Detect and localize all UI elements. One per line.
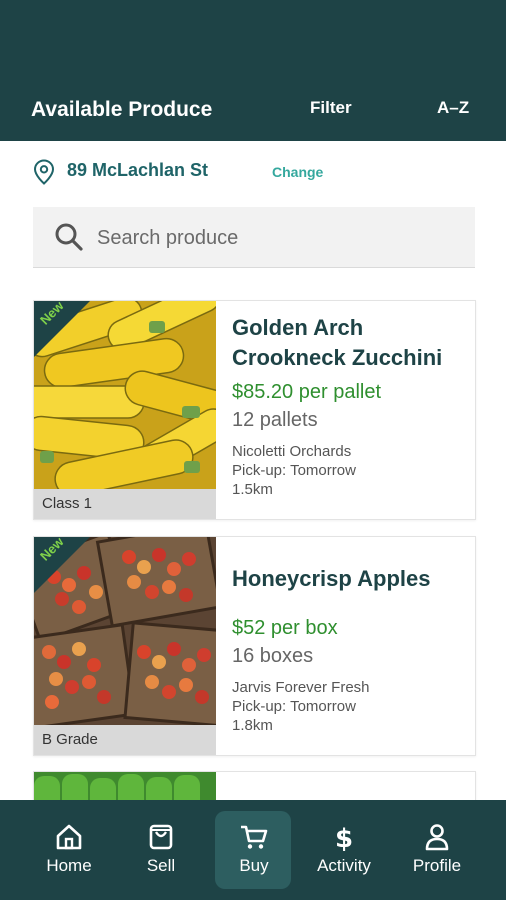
search-icon: [55, 223, 83, 251]
user-icon: [425, 824, 449, 851]
page-title: Available Produce: [31, 98, 213, 121]
dollar-icon: $: [335, 824, 353, 852]
seller-name: Nicoletti Orchards: [232, 443, 352, 460]
listing-info: Golden Arch Crookneck Zucchini $85.20 pe…: [232, 313, 468, 499]
produce-card[interactable]: New Class 1 Golden Arch Crookneck Zucchi…: [33, 300, 476, 520]
search-bar[interactable]: [33, 207, 475, 268]
produce-card[interactable]: New B Grade Honeycrisp Apples $52 per bo…: [33, 536, 476, 756]
nav-buy[interactable]: Buy: [214, 800, 294, 900]
pickup-time: Pick-up: Tomorrow: [232, 462, 356, 479]
grade-label: B Grade: [34, 725, 216, 755]
nav-activity[interactable]: $ Activity: [304, 800, 384, 900]
cart-icon: [241, 825, 268, 849]
seller-name: Jarvis Forever Fresh: [232, 679, 370, 696]
app-header: Available Produce Filter A–Z: [0, 0, 506, 141]
produce-name: Golden Arch Crookneck Zucchini: [232, 315, 443, 370]
nav-buy-label: Buy: [239, 856, 269, 875]
produce-name: Honeycrisp Apples: [232, 566, 431, 591]
nav-profile-label: Profile: [412, 856, 462, 875]
listing-info: Honeycrisp Apples $52 per box 16 boxes J…: [232, 549, 468, 735]
grade-label: Class 1: [34, 489, 216, 519]
pickup-time: Pick-up: Tomorrow: [232, 698, 356, 715]
nav-sell[interactable]: Sell: [121, 800, 201, 900]
svg-text:$: $: [335, 824, 353, 852]
sort-button[interactable]: A–Z: [437, 98, 469, 118]
home-icon: [56, 824, 82, 850]
nav-home-label: Home: [46, 856, 92, 875]
nav-activity-label: Activity: [317, 856, 371, 875]
location-pin-icon: [33, 159, 55, 185]
bottom-navigation: Home Sell Buy $ Activity Profile: [0, 800, 506, 900]
nav-home[interactable]: Home: [29, 800, 109, 900]
nav-sell-label: Sell: [146, 856, 176, 875]
produce-price: $52 per box: [232, 617, 338, 639]
produce-price: $85.20 per pallet: [232, 381, 382, 403]
produce-quantity: 16 boxes: [232, 645, 314, 667]
filter-button[interactable]: Filter: [310, 98, 352, 118]
nav-profile[interactable]: Profile: [397, 800, 477, 900]
delivery-address: 89 McLachlan St: [67, 160, 209, 180]
produce-quantity: 12 pallets: [232, 409, 318, 431]
distance: 1.5km: [232, 481, 273, 498]
shopping-bag-icon: [149, 824, 173, 850]
search-input[interactable]: [97, 221, 457, 255]
location-row: 89 McLachlan St Change: [32, 156, 472, 188]
change-location-button[interactable]: Change: [272, 164, 323, 180]
listing-meta: Nicoletti Orchards Pick-up: Tomorrow 1.5…: [232, 442, 468, 499]
distance: 1.8km: [232, 717, 273, 734]
listing-meta: Jarvis Forever Fresh Pick-up: Tomorrow 1…: [232, 678, 468, 735]
